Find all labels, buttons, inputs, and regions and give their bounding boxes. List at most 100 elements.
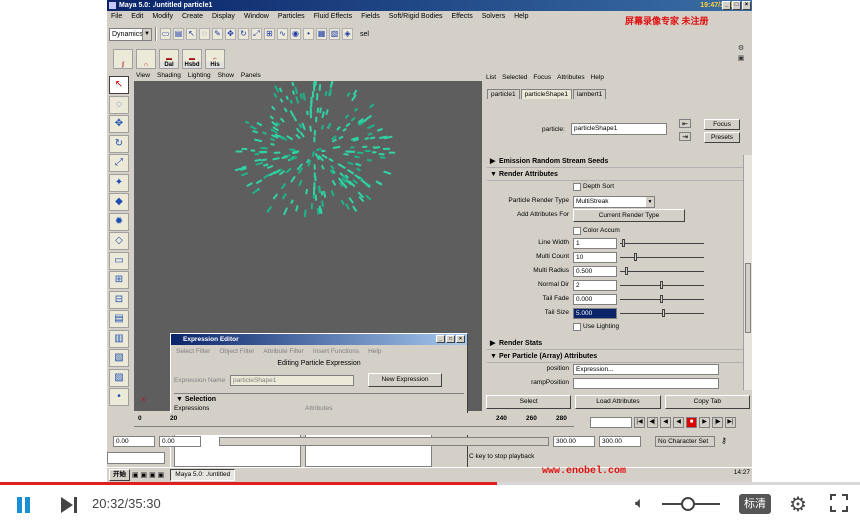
save-icon[interactable]: ▤ <box>173 28 184 40</box>
attribute-editor-scrollbar[interactable] <box>743 155 752 390</box>
panel-menu-shading[interactable]: Shading <box>157 71 181 81</box>
slider-value-field[interactable]: 5.000 <box>573 308 617 319</box>
slider-value-field[interactable]: 0.500 <box>573 266 617 277</box>
manip-tool-icon[interactable]: ✦ <box>109 173 129 192</box>
hypershade-tool-icon[interactable]: ▧ <box>109 349 129 367</box>
next-icon[interactable] <box>60 496 80 514</box>
slider-track[interactable] <box>620 281 704 289</box>
menu-help[interactable]: Help <box>514 11 528 23</box>
selection-section-header[interactable]: ▼ Selection <box>174 393 464 405</box>
slider-track[interactable] <box>620 267 704 275</box>
menu-particles[interactable]: Particles <box>278 11 305 23</box>
taskbar-button[interactable]: Maya 5.0: ./untitled <box>170 469 236 481</box>
expr-menu-help[interactable]: Help <box>368 348 381 355</box>
shelf-his-icon[interactable]: ⌐ His <box>205 49 225 69</box>
four-tool-icon[interactable]: ⊞ <box>109 271 129 289</box>
maximize-icon[interactable]: □ <box>446 335 455 343</box>
minimize-icon[interactable]: _ <box>722 1 731 10</box>
shelf-hsbd-icon[interactable]: ▬ Hsbd <box>182 49 202 69</box>
playback-end-field[interactable]: 300.00 <box>553 436 595 447</box>
paint-icon[interactable]: ✎ <box>212 28 223 40</box>
lasso-icon[interactable]: ◌ <box>199 28 210 40</box>
slider-thumb[interactable] <box>622 239 625 247</box>
presets-button[interactable]: Presets <box>704 132 740 143</box>
time-slider[interactable]: 0 20 240 260 280 |◀ ◀| ◀ ◀ ■ ▶ |▶ ▶| <box>134 413 752 435</box>
new-expression-button[interactable]: New Expression <box>368 373 442 387</box>
hyper-tool-icon[interactable]: ▨ <box>109 368 129 387</box>
per-particle-field[interactable] <box>573 378 719 389</box>
panel-menu-view[interactable]: View <box>136 71 150 81</box>
menu-create[interactable]: Create <box>182 11 203 23</box>
expression-name-field[interactable]: particleShape1 <box>230 374 354 386</box>
shelf-dalstub-icon[interactable]: ▬ Dal <box>159 49 179 69</box>
trash-icon[interactable]: ▣ <box>736 55 746 63</box>
menu-fluid-effects[interactable]: Fluid Effects <box>314 11 352 23</box>
copy-tab-button[interactable]: Copy Tab <box>664 395 750 409</box>
plus-tool-icon[interactable]: • <box>109 388 129 406</box>
ae-menu-focus[interactable]: Focus <box>533 71 551 85</box>
go-to-start-icon[interactable]: |◀ <box>634 417 645 428</box>
volume-icon[interactable]: 🔈︎ <box>635 495 645 513</box>
gear-icon[interactable]: ⚙ <box>736 45 746 53</box>
slider-thumb[interactable] <box>634 253 637 261</box>
depth-sort-checkbox[interactable] <box>573 183 581 191</box>
use-lighting-checkbox[interactable] <box>573 323 581 331</box>
scrollbar-thumb[interactable] <box>745 263 751 333</box>
persp-tool-icon[interactable]: ⊟ <box>109 290 129 309</box>
snap-icon[interactable]: ⊞ <box>264 28 275 40</box>
per-particle-section-header[interactable]: Per Particle (Array) Attributes <box>487 350 745 363</box>
particle-node-field[interactable]: particleShape1 <box>571 123 667 135</box>
slider-value-field[interactable]: 0.000 <box>573 294 617 305</box>
folder-icon[interactable]: ▭ <box>160 28 171 40</box>
character-set-select[interactable]: No Character Set <box>655 436 715 447</box>
close-icon[interactable]: × <box>456 335 465 343</box>
outliner-tool-icon[interactable]: ▤ <box>109 310 129 328</box>
grid-tool-icon[interactable]: ◇ <box>109 232 129 250</box>
menu-effects[interactable]: Effects <box>451 11 472 23</box>
select-button[interactable]: Select <box>486 395 572 409</box>
panel-menu-panels[interactable]: Panels <box>241 71 261 81</box>
menu-soft-rigid-bodies[interactable]: Soft/Rigid Bodies <box>389 11 443 23</box>
per-particle-field[interactable]: Expression... <box>573 364 719 375</box>
expr-menu-select-filter[interactable]: Select Filter <box>176 348 210 355</box>
start-time-field[interactable]: 0.00 <box>113 436 155 447</box>
ipr-icon[interactable]: ▧ <box>329 28 340 40</box>
tab-particleshape1[interactable]: particleShape1 <box>520 89 572 99</box>
slider-thumb[interactable] <box>660 295 663 303</box>
fullscreen-icon[interactable] <box>830 494 848 512</box>
show-tool-icon[interactable]: ◆ <box>109 193 129 211</box>
single-tool-icon[interactable]: ▭ <box>109 251 129 270</box>
current-frame-field[interactable] <box>590 417 632 428</box>
shelf-s-curve-icon[interactable]: ∫ <box>113 49 133 69</box>
move-tool-icon[interactable]: ✥ <box>109 115 129 133</box>
tab-lambert1[interactable]: lambert1 <box>572 89 607 99</box>
hypershade-icon[interactable]: ◈ <box>342 28 353 40</box>
end-time-field[interactable]: 300.00 <box>599 436 641 447</box>
slider-track[interactable] <box>620 253 704 261</box>
panel-menu-show[interactable]: Show <box>218 71 234 81</box>
point-icon[interactable]: • <box>303 28 314 40</box>
slider-track[interactable] <box>620 295 704 303</box>
step-back-key-icon[interactable]: ◀ <box>660 417 671 428</box>
ae-menu-attributes[interactable]: Attributes <box>557 71 584 85</box>
slider-thumb[interactable] <box>662 309 665 317</box>
move-icon[interactable]: ✥ <box>225 28 236 40</box>
step-back-icon[interactable]: ◀| <box>647 417 658 428</box>
render-attributes-section-header[interactable]: Render Attributes <box>487 168 745 181</box>
tab-particle1[interactable]: particle1 <box>487 89 520 99</box>
maximize-icon[interactable]: □ <box>732 1 741 10</box>
soft-tool-icon[interactable]: ✹ <box>109 212 129 231</box>
curve-icon[interactable]: ∿ <box>277 28 288 40</box>
slider-track[interactable] <box>620 239 704 247</box>
menu-set-select[interactable]: Dynamics ▼ <box>109 27 152 41</box>
load-attributes-button[interactable]: Load Attributes <box>575 395 661 409</box>
surface-icon[interactable]: ◉ <box>290 28 301 40</box>
current-render-type-button[interactable]: Current Render Type <box>573 209 685 222</box>
slider-thumb[interactable] <box>660 281 663 289</box>
start-button[interactable]: 开始 <box>109 469 130 481</box>
close-icon[interactable]: × <box>742 1 751 10</box>
rotate-tool-icon[interactable]: ↻ <box>109 134 129 153</box>
output-connection-icon[interactable]: ⇥ <box>679 132 691 141</box>
expr-menu-object-filter[interactable]: Object Filter <box>219 348 254 355</box>
render-icon[interactable]: ▦ <box>316 28 327 40</box>
